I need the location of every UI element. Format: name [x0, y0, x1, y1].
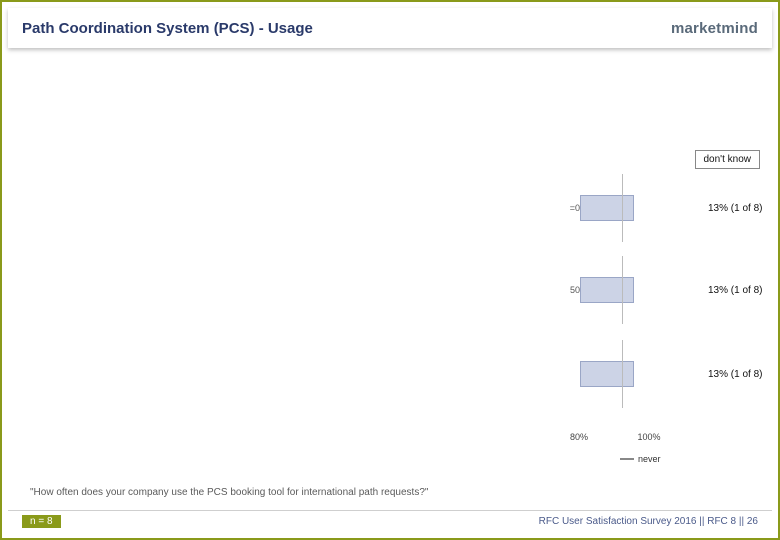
legend-label: never — [638, 454, 661, 464]
bar-value-label: 13% (1 of 8) — [708, 203, 762, 214]
legend-swatch — [620, 458, 634, 460]
legend-dont-know: don't know — [695, 150, 761, 169]
bar-segment — [580, 277, 634, 303]
page-title: Path Coordination System (PCS) - Usage — [22, 20, 313, 37]
bar-segment — [580, 361, 634, 387]
legend-never: never — [620, 454, 661, 464]
axis-gridline — [622, 256, 623, 324]
x-tick: 80% — [564, 432, 594, 442]
x-tick: 100% — [634, 432, 664, 442]
axis-gridline — [622, 174, 623, 242]
bar-row: 13% (1 of 8) — [564, 358, 762, 390]
chart-area: don't know =0 13% (1 of 8) 50 13% (1 of … — [8, 62, 772, 482]
header-bar: Path Coordination System (PCS) - Usage m… — [8, 8, 772, 48]
survey-question: "How often does your company use the PCS… — [30, 487, 428, 498]
bar-row: 50 13% (1 of 8) — [564, 274, 762, 306]
footer-meta: RFC User Satisfaction Survey 2016 || RFC… — [539, 516, 758, 527]
x-axis-ticks: 80% 100% — [564, 432, 664, 442]
axis-tick-stub: =0 — [566, 203, 580, 213]
bar-value-label: 13% (1 of 8) — [708, 285, 762, 296]
bar-segment — [580, 195, 634, 221]
slide: Path Coordination System (PCS) - Usage m… — [0, 0, 780, 540]
axis-tick-stub: 50 — [566, 285, 580, 295]
footer-bar: n = 8 RFC User Satisfaction Survey 2016 … — [8, 510, 772, 532]
bar-row: =0 13% (1 of 8) — [564, 192, 762, 224]
axis-gridline — [622, 340, 623, 408]
sample-size-badge: n = 8 — [22, 515, 61, 528]
bar-value-label: 13% (1 of 8) — [708, 369, 762, 380]
brand-logo: marketmind — [671, 20, 758, 37]
